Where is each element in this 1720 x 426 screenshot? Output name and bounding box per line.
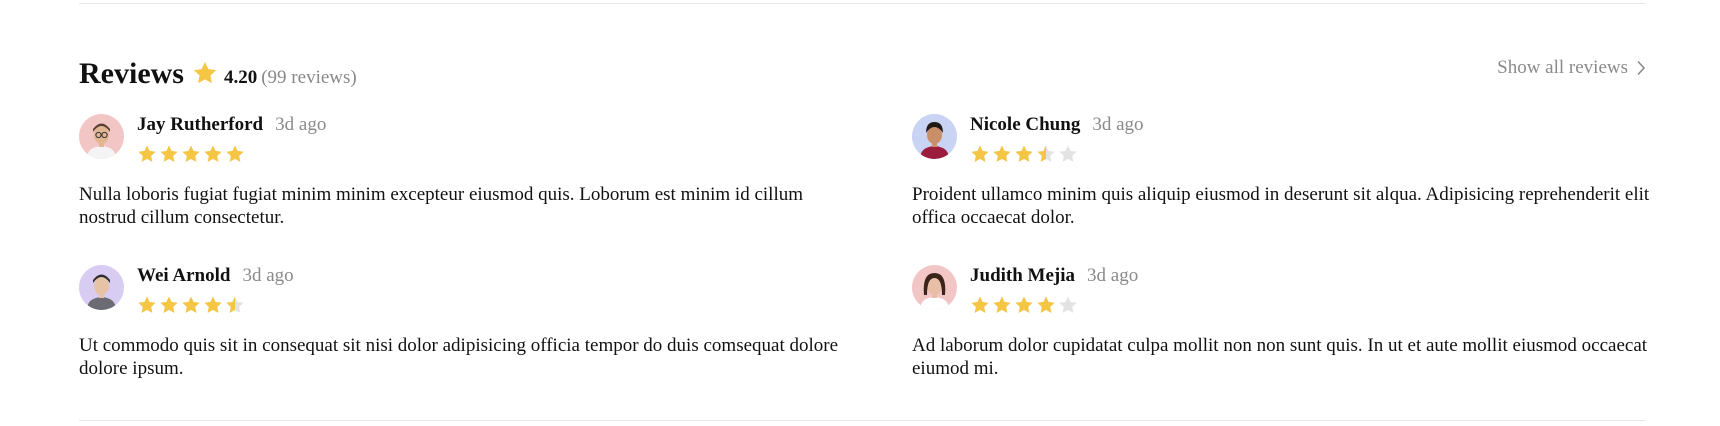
star-icon	[192, 60, 218, 86]
chevron-right-icon	[1636, 60, 1646, 76]
reviews-title: Reviews	[79, 57, 184, 90]
review-card: Wei Arnold 3d ago Ut commodo quis sit in…	[79, 265, 859, 380]
star-rating	[970, 144, 1144, 164]
review-text: Proident ullamco minim quis aliquip eius…	[912, 184, 1650, 228]
reviews-header: Reviews 4.20 (99 reviews) Show all revie…	[79, 52, 1646, 96]
rating-star-icon	[137, 144, 157, 164]
avatar	[79, 265, 124, 310]
rating-star-icon	[1014, 144, 1034, 164]
review-time: 3d ago	[1087, 265, 1139, 286]
rating-star-icon	[181, 295, 201, 315]
rating-star-icon	[225, 144, 245, 164]
rating-star-icon	[159, 295, 179, 315]
rating-star-icon	[1036, 144, 1056, 164]
bottom-divider	[79, 420, 1646, 421]
rating-star-icon	[1058, 144, 1078, 164]
show-all-reviews-label: Show all reviews	[1497, 57, 1628, 78]
rating-star-icon	[992, 144, 1012, 164]
reviews-summary: Reviews 4.20 (99 reviews)	[79, 57, 357, 91]
review-time: 3d ago	[1092, 114, 1144, 135]
rating-star-icon	[970, 144, 990, 164]
star-rating	[970, 295, 1138, 315]
review-time: 3d ago	[242, 265, 294, 286]
show-all-reviews-link[interactable]: Show all reviews	[1497, 57, 1646, 79]
reviewer-name: Jay Rutherford	[137, 114, 264, 135]
avatar	[79, 114, 124, 159]
rating-star-icon	[970, 295, 990, 315]
reviews-section: Reviews 4.20 (99 reviews) Show all revie…	[0, 0, 1720, 426]
rating-star-icon	[1014, 295, 1034, 315]
reviewer-name: Judith Mejia	[970, 265, 1076, 286]
rating-star-icon	[181, 144, 201, 164]
review-time: 3d ago	[275, 114, 327, 135]
rating-star-icon	[992, 295, 1012, 315]
average-rating: 4.20	[223, 67, 258, 88]
reviewer-name: Nicole Chung	[970, 114, 1081, 135]
review-card: Nicole Chung 3d ago Proident ullamco min…	[912, 114, 1692, 229]
review-card: Jay Rutherford 3d ago Nulla loboris fugi…	[79, 114, 859, 229]
rating-star-icon	[225, 295, 245, 315]
rating-star-icon	[1036, 295, 1056, 315]
review-text: Nulla loboris fugiat fugiat minim minim …	[79, 184, 804, 228]
review-count: (99 reviews)	[261, 67, 357, 88]
rating-star-icon	[137, 295, 157, 315]
review-text: Ut commodo quis sit in consequat sit nis…	[79, 335, 839, 379]
star-rating	[137, 144, 326, 164]
reviewer-name: Wei Arnold	[137, 265, 231, 286]
review-card: Judith Mejia 3d ago Ad laborum dolor cup…	[912, 265, 1692, 380]
top-divider	[79, 3, 1646, 4]
rating-star-icon	[203, 144, 223, 164]
rating-star-icon	[203, 295, 223, 315]
review-text: Ad laborum dolor cupidatat culpa mollit …	[912, 335, 1648, 379]
avatar	[912, 114, 957, 159]
star-rating	[137, 295, 294, 315]
avatar	[912, 265, 957, 310]
rating-star-icon	[159, 144, 179, 164]
rating-star-icon	[1058, 295, 1078, 315]
